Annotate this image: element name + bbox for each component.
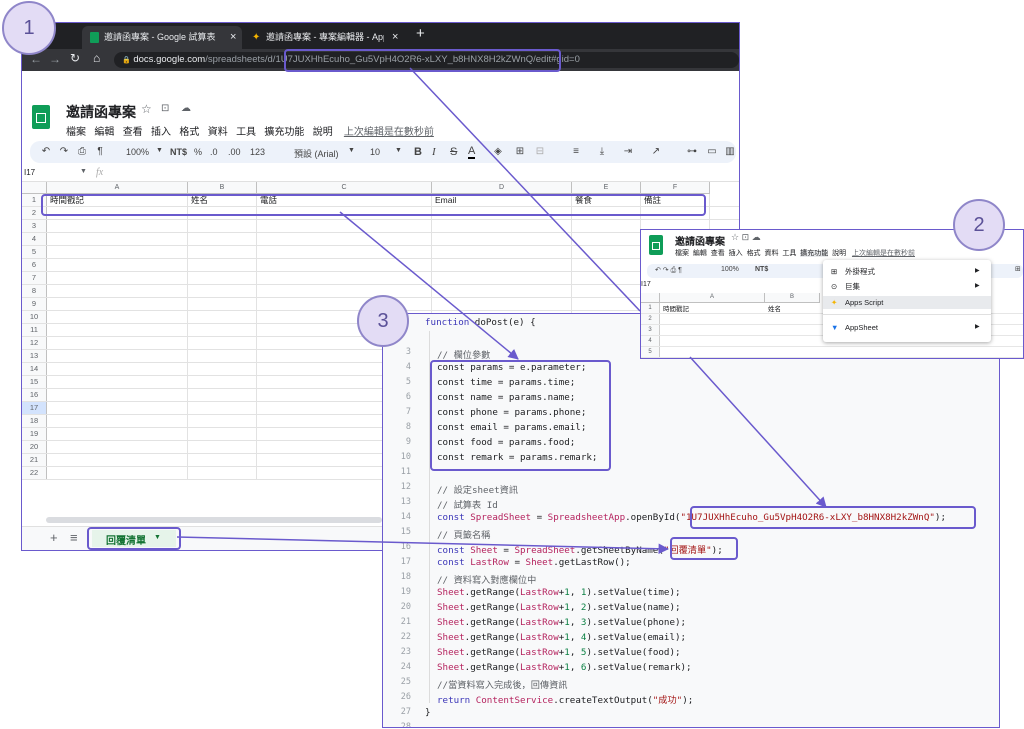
callout-badge-2: 2 [953,199,1005,251]
callout-connectors [176,67,827,555]
callout-badge-3: 3 [357,295,409,347]
url-id-connector [409,67,641,312]
callout-badge-1: 1 [2,1,56,55]
sheet-name-arrow [176,536,670,555]
id-arrow [689,356,827,508]
